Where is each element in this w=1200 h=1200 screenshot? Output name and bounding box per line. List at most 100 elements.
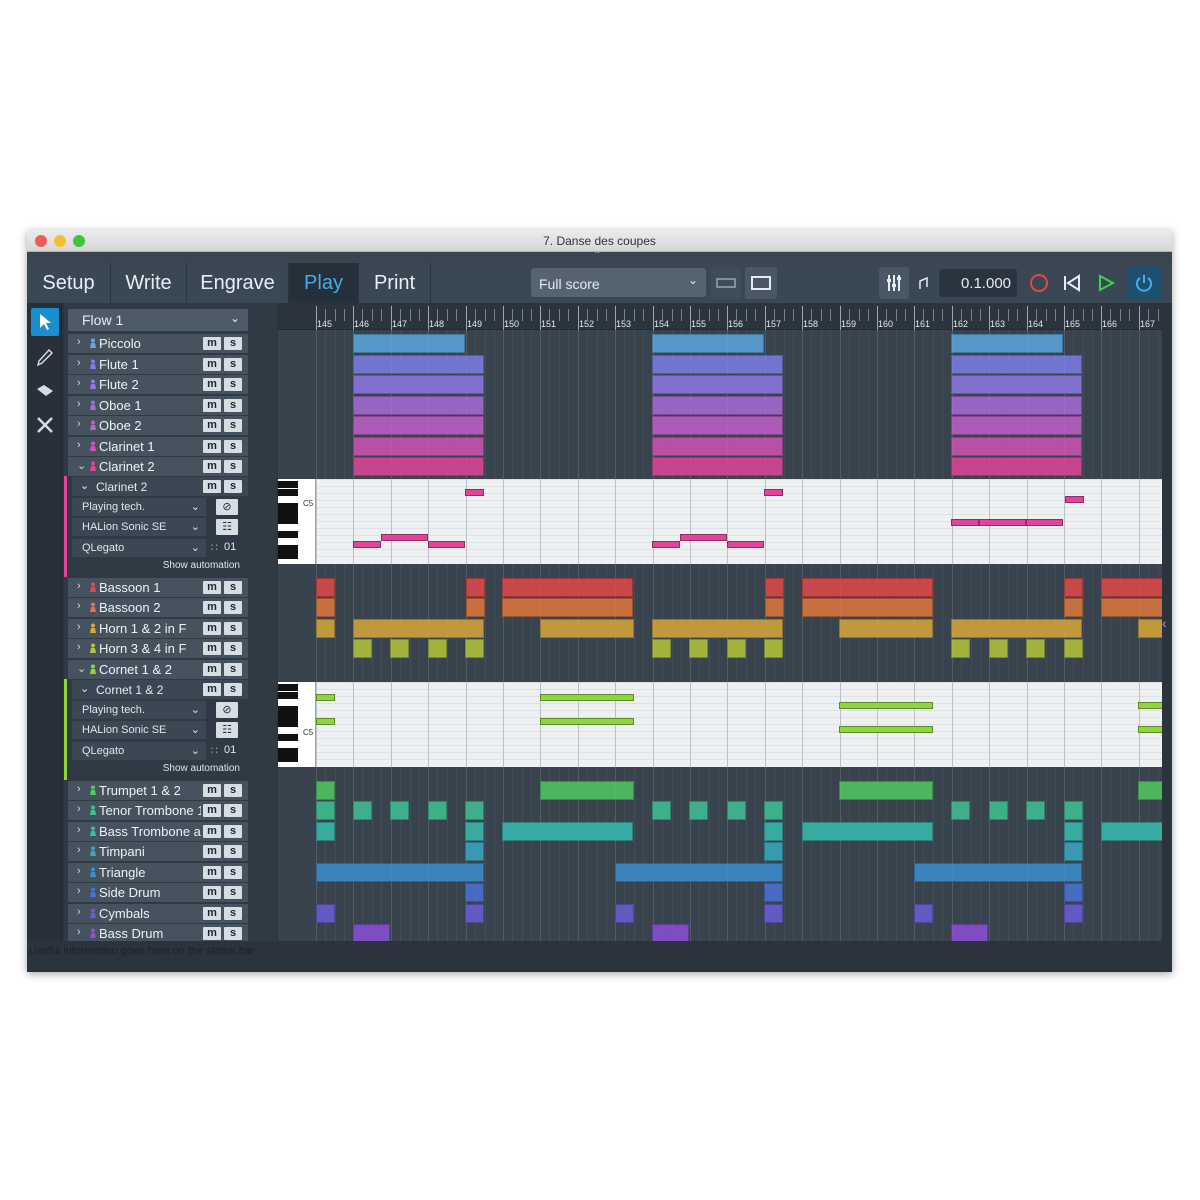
click-icon[interactable]	[913, 267, 935, 299]
note-block[interactable]	[1064, 883, 1083, 902]
black-key[interactable]	[278, 545, 298, 552]
note-block[interactable]	[951, 619, 1082, 638]
note-block[interactable]	[989, 801, 1008, 820]
note-block[interactable]	[951, 801, 970, 820]
piano-keyboard[interactable]: C5	[278, 479, 316, 564]
keyboard-icon[interactable]: ☷	[216, 722, 238, 738]
solo-button[interactable]: s	[224, 399, 242, 412]
note-block[interactable]	[316, 598, 335, 617]
black-key[interactable]	[278, 720, 298, 727]
track-header[interactable]: › Bass Drum m s	[68, 924, 248, 941]
midi-note[interactable]	[727, 541, 764, 548]
instrument-select[interactable]: HALion Sonic SE ⌄	[72, 721, 206, 739]
note-block[interactable]	[316, 781, 335, 800]
midi-note[interactable]	[764, 489, 783, 496]
black-key[interactable]	[278, 517, 298, 524]
chevron-right-icon[interactable]: ›	[77, 783, 81, 795]
voice-lane-header[interactable]: ⌄ Cornet 1 & 2 ms	[72, 680, 248, 699]
note-block[interactable]	[465, 822, 484, 841]
note-block[interactable]	[951, 457, 1082, 476]
scissors-icon[interactable]	[31, 411, 59, 439]
note-block[interactable]	[465, 883, 484, 902]
note-block[interactable]	[764, 639, 783, 658]
note-block[interactable]	[1064, 578, 1083, 597]
mixer-icon[interactable]	[879, 267, 909, 299]
mute-button[interactable]: m	[203, 378, 221, 391]
solo-button[interactable]: s	[224, 419, 242, 432]
midi-note[interactable]	[381, 534, 428, 541]
black-key[interactable]	[278, 489, 298, 496]
solo-button[interactable]: s	[224, 804, 242, 817]
midi-note[interactable]	[1138, 702, 1162, 709]
note-block[interactable]	[1101, 598, 1162, 617]
note-block[interactable]	[316, 578, 335, 597]
mute-button[interactable]: m	[203, 683, 221, 696]
mute-button[interactable]: m	[203, 907, 221, 920]
note-block[interactable]	[652, 639, 671, 658]
midi-note[interactable]	[316, 718, 335, 725]
midi-note[interactable]	[1026, 519, 1063, 526]
note-block[interactable]	[951, 355, 1082, 374]
black-key[interactable]	[278, 684, 298, 691]
note-block[interactable]	[540, 619, 634, 638]
track-header[interactable]: ⌄ Cornet 1 & 2 ms	[68, 660, 248, 679]
note-block[interactable]	[951, 416, 1082, 435]
note-block[interactable]	[652, 334, 764, 353]
chevron-up-icon[interactable]: ⌃	[593, 250, 601, 261]
chevron-right-icon[interactable]: ›	[77, 418, 81, 430]
black-key[interactable]	[278, 552, 298, 559]
chevron-right-icon[interactable]: ›	[77, 885, 81, 897]
note-block[interactable]	[652, 437, 783, 456]
mute-button[interactable]: m	[203, 358, 221, 371]
track-header[interactable]: › Flute 1 ms	[68, 355, 248, 374]
black-key[interactable]	[278, 692, 298, 699]
note-block[interactable]	[652, 619, 783, 638]
note-block[interactable]	[353, 355, 484, 374]
mute-button[interactable]: m	[203, 845, 221, 858]
note-block[interactable]	[652, 924, 689, 941]
track-header[interactable]: › Clarinet 1 ms	[68, 437, 248, 456]
midi-note[interactable]	[353, 541, 381, 548]
mute-button[interactable]: m	[203, 440, 221, 453]
track-header[interactable]: › Timpani m s	[68, 842, 248, 861]
solo-button[interactable]: s	[224, 642, 242, 655]
show-automation-link[interactable]: Show automation	[163, 763, 240, 774]
piano-keyboard[interactable]: C5	[278, 682, 316, 767]
mute-button[interactable]: m	[203, 581, 221, 594]
note-block[interactable]	[465, 842, 484, 861]
voice-lane-header[interactable]: ⌄ Clarinet 2 ms	[72, 477, 248, 496]
midi-note[interactable]	[428, 541, 465, 548]
note-block[interactable]	[802, 598, 933, 617]
tab-setup[interactable]: Setup	[27, 263, 111, 303]
track-header[interactable]: › Trumpet 1 & 2 ms	[68, 781, 248, 800]
track-header[interactable]: › Tenor Trombone 1ms	[68, 801, 248, 820]
midi-note[interactable]	[979, 519, 1026, 526]
track-header[interactable]: › Bassoon 2 ms	[68, 598, 248, 617]
playing-tech-select[interactable]: Playing tech. ⌄	[72, 498, 206, 516]
tab-engrave[interactable]: Engrave	[187, 263, 289, 303]
note-block[interactable]	[316, 863, 484, 882]
ruler[interactable]: 145 146 147 148 149 150 151 152 153 154 155 156 157 1…	[278, 303, 1162, 330]
note-block[interactable]	[1064, 801, 1083, 820]
note-block[interactable]	[353, 924, 390, 941]
rewind-icon[interactable]	[1057, 267, 1087, 299]
chevron-right-icon[interactable]: ›	[77, 641, 81, 653]
black-key[interactable]	[278, 706, 298, 713]
midi-note[interactable]	[951, 519, 979, 526]
track-header[interactable]: › Triangle m s	[68, 863, 248, 882]
note-block[interactable]	[502, 822, 633, 841]
note-block[interactable]	[689, 801, 708, 820]
chevron-right-icon[interactable]: ›	[77, 865, 81, 877]
keyboard-icon[interactable]: ☷	[216, 519, 238, 535]
track-header[interactable]: ⌄ Clarinet 2 ms	[68, 457, 248, 476]
note-block[interactable]	[802, 578, 933, 597]
note-block[interactable]	[1138, 619, 1162, 638]
midi-note[interactable]	[1065, 496, 1084, 503]
note-block[interactable]	[466, 578, 485, 597]
note-block[interactable]	[1026, 801, 1045, 820]
note-block[interactable]	[1064, 598, 1083, 617]
galley-view-icon[interactable]	[711, 267, 741, 299]
solo-button[interactable]: s	[224, 378, 242, 391]
note-block[interactable]	[353, 801, 372, 820]
solo-button[interactable]: s	[224, 622, 242, 635]
